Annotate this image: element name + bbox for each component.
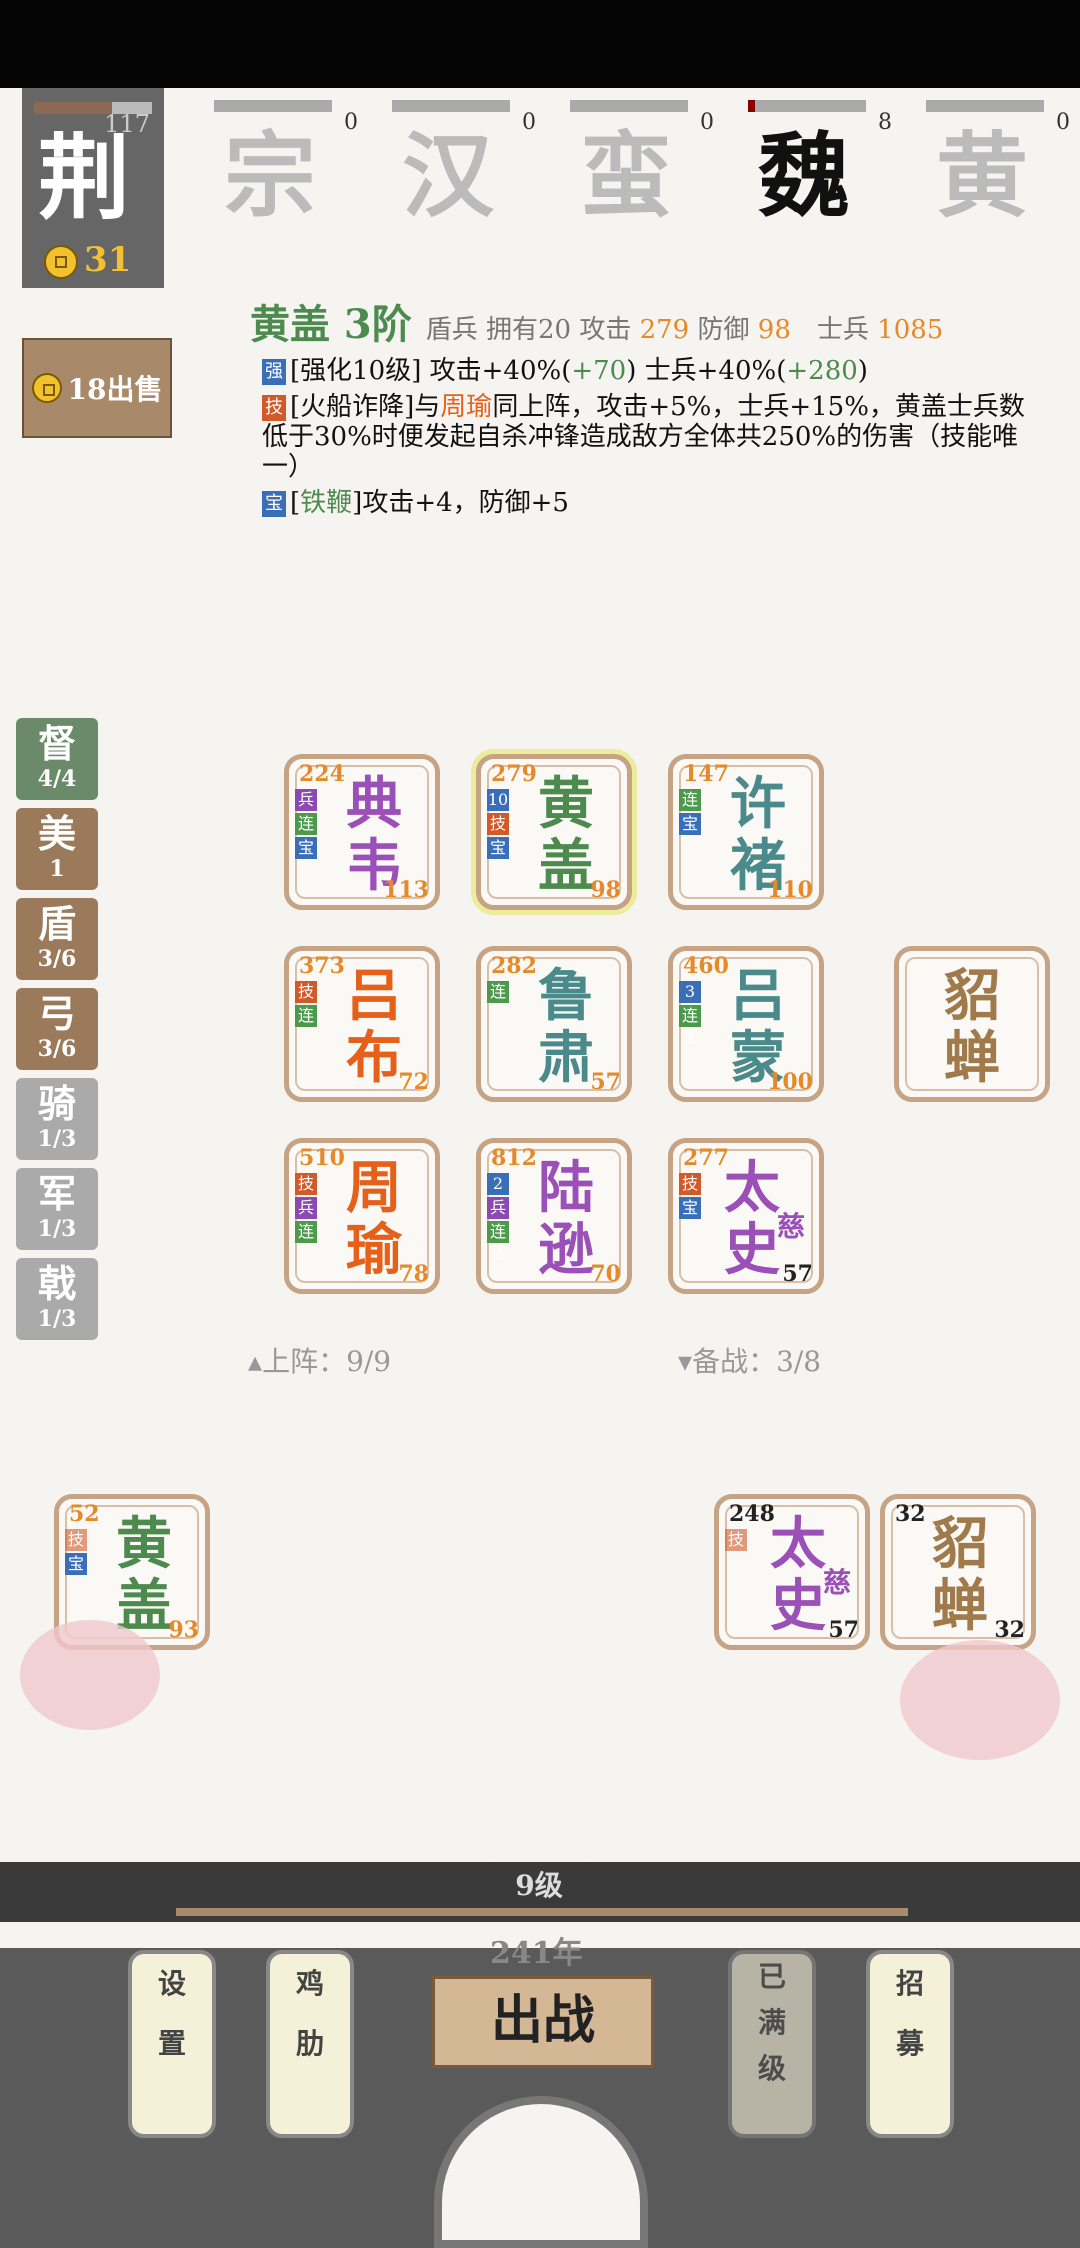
level-badge: 9级 [480,1862,598,1910]
treasure-line: 宝 [铁鞭]攻击+4，防御+5 [250,488,1050,518]
tab-ji[interactable]: 戟 1/3 [16,1258,98,1340]
hero-card-lvmeng[interactable]: 460 3 连2 吕蒙 100 [668,946,824,1102]
blossom-decoration [20,1620,160,1730]
hero-card-dianwei[interactable]: 224 兵连宝 典韦 113 [284,754,440,910]
hero-card-lusu[interactable]: 282 连 鲁肃 57 [476,946,632,1102]
sell-button[interactable]: 18出售 [22,338,172,438]
faction-wei[interactable]: 8 魏 [748,96,898,226]
recruit-button[interactable]: 招募 [866,1950,954,2138]
faction-zong[interactable]: 0 宗 [214,96,364,226]
gold-amount: 31 [44,240,131,280]
hero-name-rank: 黄盖 3阶 [250,301,412,348]
hero-card-zhouyu[interactable]: 510 技兵连 周瑜 78 [284,1138,440,1294]
hero-card-xuchu[interactable]: 147 连宝 许褚 110 [668,754,824,910]
faction-man[interactable]: 0 蛮 [570,96,720,226]
tab-gong[interactable]: 弓 3/6 [16,988,98,1070]
faction-han[interactable]: 0 汉 [392,96,542,226]
coin-icon [31,373,62,403]
bench-card-taishici[interactable]: 248 技 太史 慈 57 [714,1494,870,1650]
blossom-decoration [900,1640,1060,1760]
tab-dun[interactable]: 盾 3/6 [16,898,98,980]
faction-huang[interactable]: 0 黄 [926,96,1076,226]
settings-button[interactable]: 设置 [128,1950,216,2138]
tab-du[interactable]: 督 4/4 [16,718,98,800]
hero-card-diaochan[interactable]: 貂蝉 [894,946,1050,1102]
beam [176,1908,908,1916]
lineup-count: ▴上阵：9/9 [248,1345,392,1378]
hero-card-luxun[interactable]: 812 2 兵连2 陆逊 70 [476,1138,632,1294]
tab-mei[interactable]: 美1 [16,808,98,890]
skill-line: 技 [火船诈降]与周瑜同上阵，攻击+5%，士兵+15%，黄盖士兵数低于30%时便发… [262,392,1025,482]
status-bar [0,0,1080,88]
hero-card-lvbu[interactable]: 373 技连 吕布 72 [284,946,440,1102]
tab-jun[interactable]: 军 1/3 [16,1168,98,1250]
maxed-level-button[interactable]: 已满级 [728,1950,816,2138]
battle-button[interactable]: 出战 [432,1976,654,2068]
hero-card-huanggai[interactable]: 279 10 技宝 黄盖 98 [476,754,632,910]
reserve-count: ▾备战：3/8 [678,1345,822,1378]
coin-icon [44,245,78,279]
current-faction[interactable]: 117 荆 31 [22,88,164,288]
tab-qi[interactable]: 骑 1/3 [16,1078,98,1160]
buff-line: 强 [强化10级] 攻击+40%(+70) 士兵+40%(+280) [250,356,1050,386]
year-label: 241年 [490,1936,583,1971]
faction-name: 荆 [38,124,131,232]
hero-card-taishici[interactable]: 277 技宝 太史 慈 57 [668,1138,824,1294]
chicken-rib-button[interactable]: 鸡肋 [266,1950,354,2138]
bench-card-diaochan[interactable]: 32 貂蝉 32 [880,1494,1036,1650]
hero-info-panel: 黄盖 3阶 盾兵 拥有20 攻击 279 防御 98 士兵 1085 强 [强化1… [250,292,1050,518]
